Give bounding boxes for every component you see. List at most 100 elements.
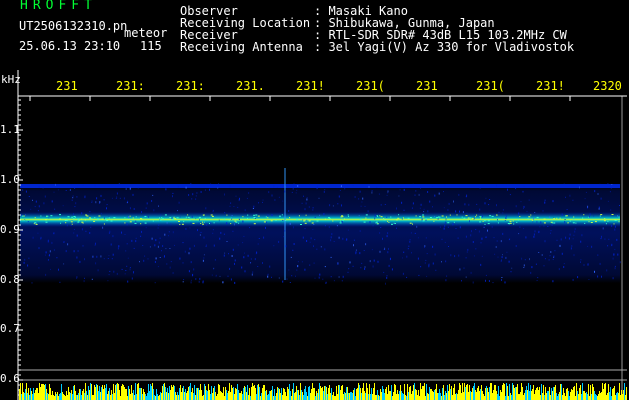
signal-dot <box>496 214 498 216</box>
signal-dot <box>23 219 25 221</box>
noise-dot <box>420 186 421 189</box>
strength-bar <box>111 390 112 400</box>
signal-dot <box>132 217 134 219</box>
noise-dot <box>542 210 544 212</box>
noise-dot <box>523 267 525 268</box>
strength-bar <box>600 393 601 400</box>
noise-dot <box>337 262 339 265</box>
noise-dot <box>466 251 468 253</box>
y-tick-label-0.8: 0.8 <box>0 273 20 286</box>
strength-bar <box>341 386 342 400</box>
strength-bar <box>219 385 220 400</box>
noise-dot <box>479 186 481 189</box>
noise-dot <box>488 280 490 282</box>
noise-dot <box>55 183 56 186</box>
noise-dot <box>541 254 543 256</box>
signal-dot <box>226 214 228 216</box>
noise-dot <box>533 233 535 236</box>
noise-dot <box>324 225 326 227</box>
noise-dot <box>253 205 255 208</box>
strength-bar <box>119 390 120 400</box>
noise-dot <box>411 252 412 254</box>
strength-bar <box>574 386 575 400</box>
strength-bar <box>340 390 341 400</box>
noise-dot <box>428 265 430 268</box>
strength-bar <box>276 393 277 400</box>
noise-dot <box>573 234 575 236</box>
signal-dot <box>607 220 609 222</box>
strength-bar <box>477 388 478 400</box>
strength-bar <box>78 393 79 400</box>
strength-bar <box>402 393 403 400</box>
noise-dot <box>158 241 160 244</box>
strength-bar <box>345 393 346 400</box>
strength-bar <box>430 389 431 400</box>
noise-dot <box>619 184 621 186</box>
y-tick-label-1.0: 1.0 <box>0 173 20 186</box>
noise-dot <box>426 253 428 255</box>
strength-bar <box>492 393 493 400</box>
strength-bar <box>42 384 43 400</box>
strength-bar <box>235 388 236 400</box>
strength-bar <box>441 396 442 400</box>
strength-bar <box>87 395 88 400</box>
strength-bar <box>47 393 48 400</box>
noise-dot <box>45 251 47 254</box>
signal-dot <box>64 220 67 221</box>
noise-dot <box>341 280 343 282</box>
strength-bar <box>595 394 596 400</box>
strength-bar <box>258 384 259 400</box>
strength-bar <box>458 390 459 400</box>
strength-bar <box>304 389 305 400</box>
noise-dot <box>425 259 427 261</box>
signal-dot <box>582 217 584 219</box>
signal-dot <box>35 223 38 225</box>
signal-dot <box>397 217 400 219</box>
signal-dot <box>436 217 439 219</box>
signal-dot <box>200 223 202 224</box>
strength-bar <box>117 383 118 400</box>
noise-dot <box>111 197 113 199</box>
strength-bar <box>100 392 101 400</box>
strength-bar <box>313 388 314 400</box>
strength-bar <box>604 384 605 400</box>
noise-dot <box>235 195 237 197</box>
time-tick-label: 231 <box>56 79 78 93</box>
strength-bar <box>293 383 294 400</box>
noise-dot <box>76 234 78 237</box>
noise-dot <box>257 243 259 245</box>
noise-dot <box>170 261 172 263</box>
strength-bar <box>80 389 81 400</box>
strength-bar <box>529 391 530 400</box>
signal-dot <box>572 222 575 224</box>
noise-dot <box>234 262 235 265</box>
noise-dot <box>510 271 512 273</box>
noise-dot <box>296 269 298 271</box>
time-tick-label: 2320 <box>593 79 622 93</box>
noise-dot <box>90 226 92 228</box>
noise-dot <box>98 203 100 204</box>
strength-bar <box>520 392 521 400</box>
signal-dot <box>247 217 248 219</box>
noise-dot <box>520 201 522 203</box>
noise-dot <box>249 227 251 229</box>
strength-bar <box>536 388 537 400</box>
strength-bar <box>417 395 418 400</box>
noise-dot <box>496 204 497 207</box>
signal-dot <box>33 223 35 225</box>
noise-dot <box>454 255 456 258</box>
noise-dot <box>495 184 497 187</box>
noise-dot <box>323 213 325 216</box>
noise-dot <box>157 245 159 248</box>
strength-bar <box>602 383 603 400</box>
strength-bar <box>298 390 299 400</box>
strength-bar <box>125 389 126 400</box>
noise-dot <box>84 195 86 197</box>
noise-dot <box>448 246 449 247</box>
strength-bar <box>548 391 549 400</box>
signal-dot <box>391 223 393 225</box>
noise-dot <box>185 227 187 230</box>
noise-dot <box>121 268 123 270</box>
strength-bar <box>584 391 585 400</box>
signal-dot <box>528 216 531 218</box>
